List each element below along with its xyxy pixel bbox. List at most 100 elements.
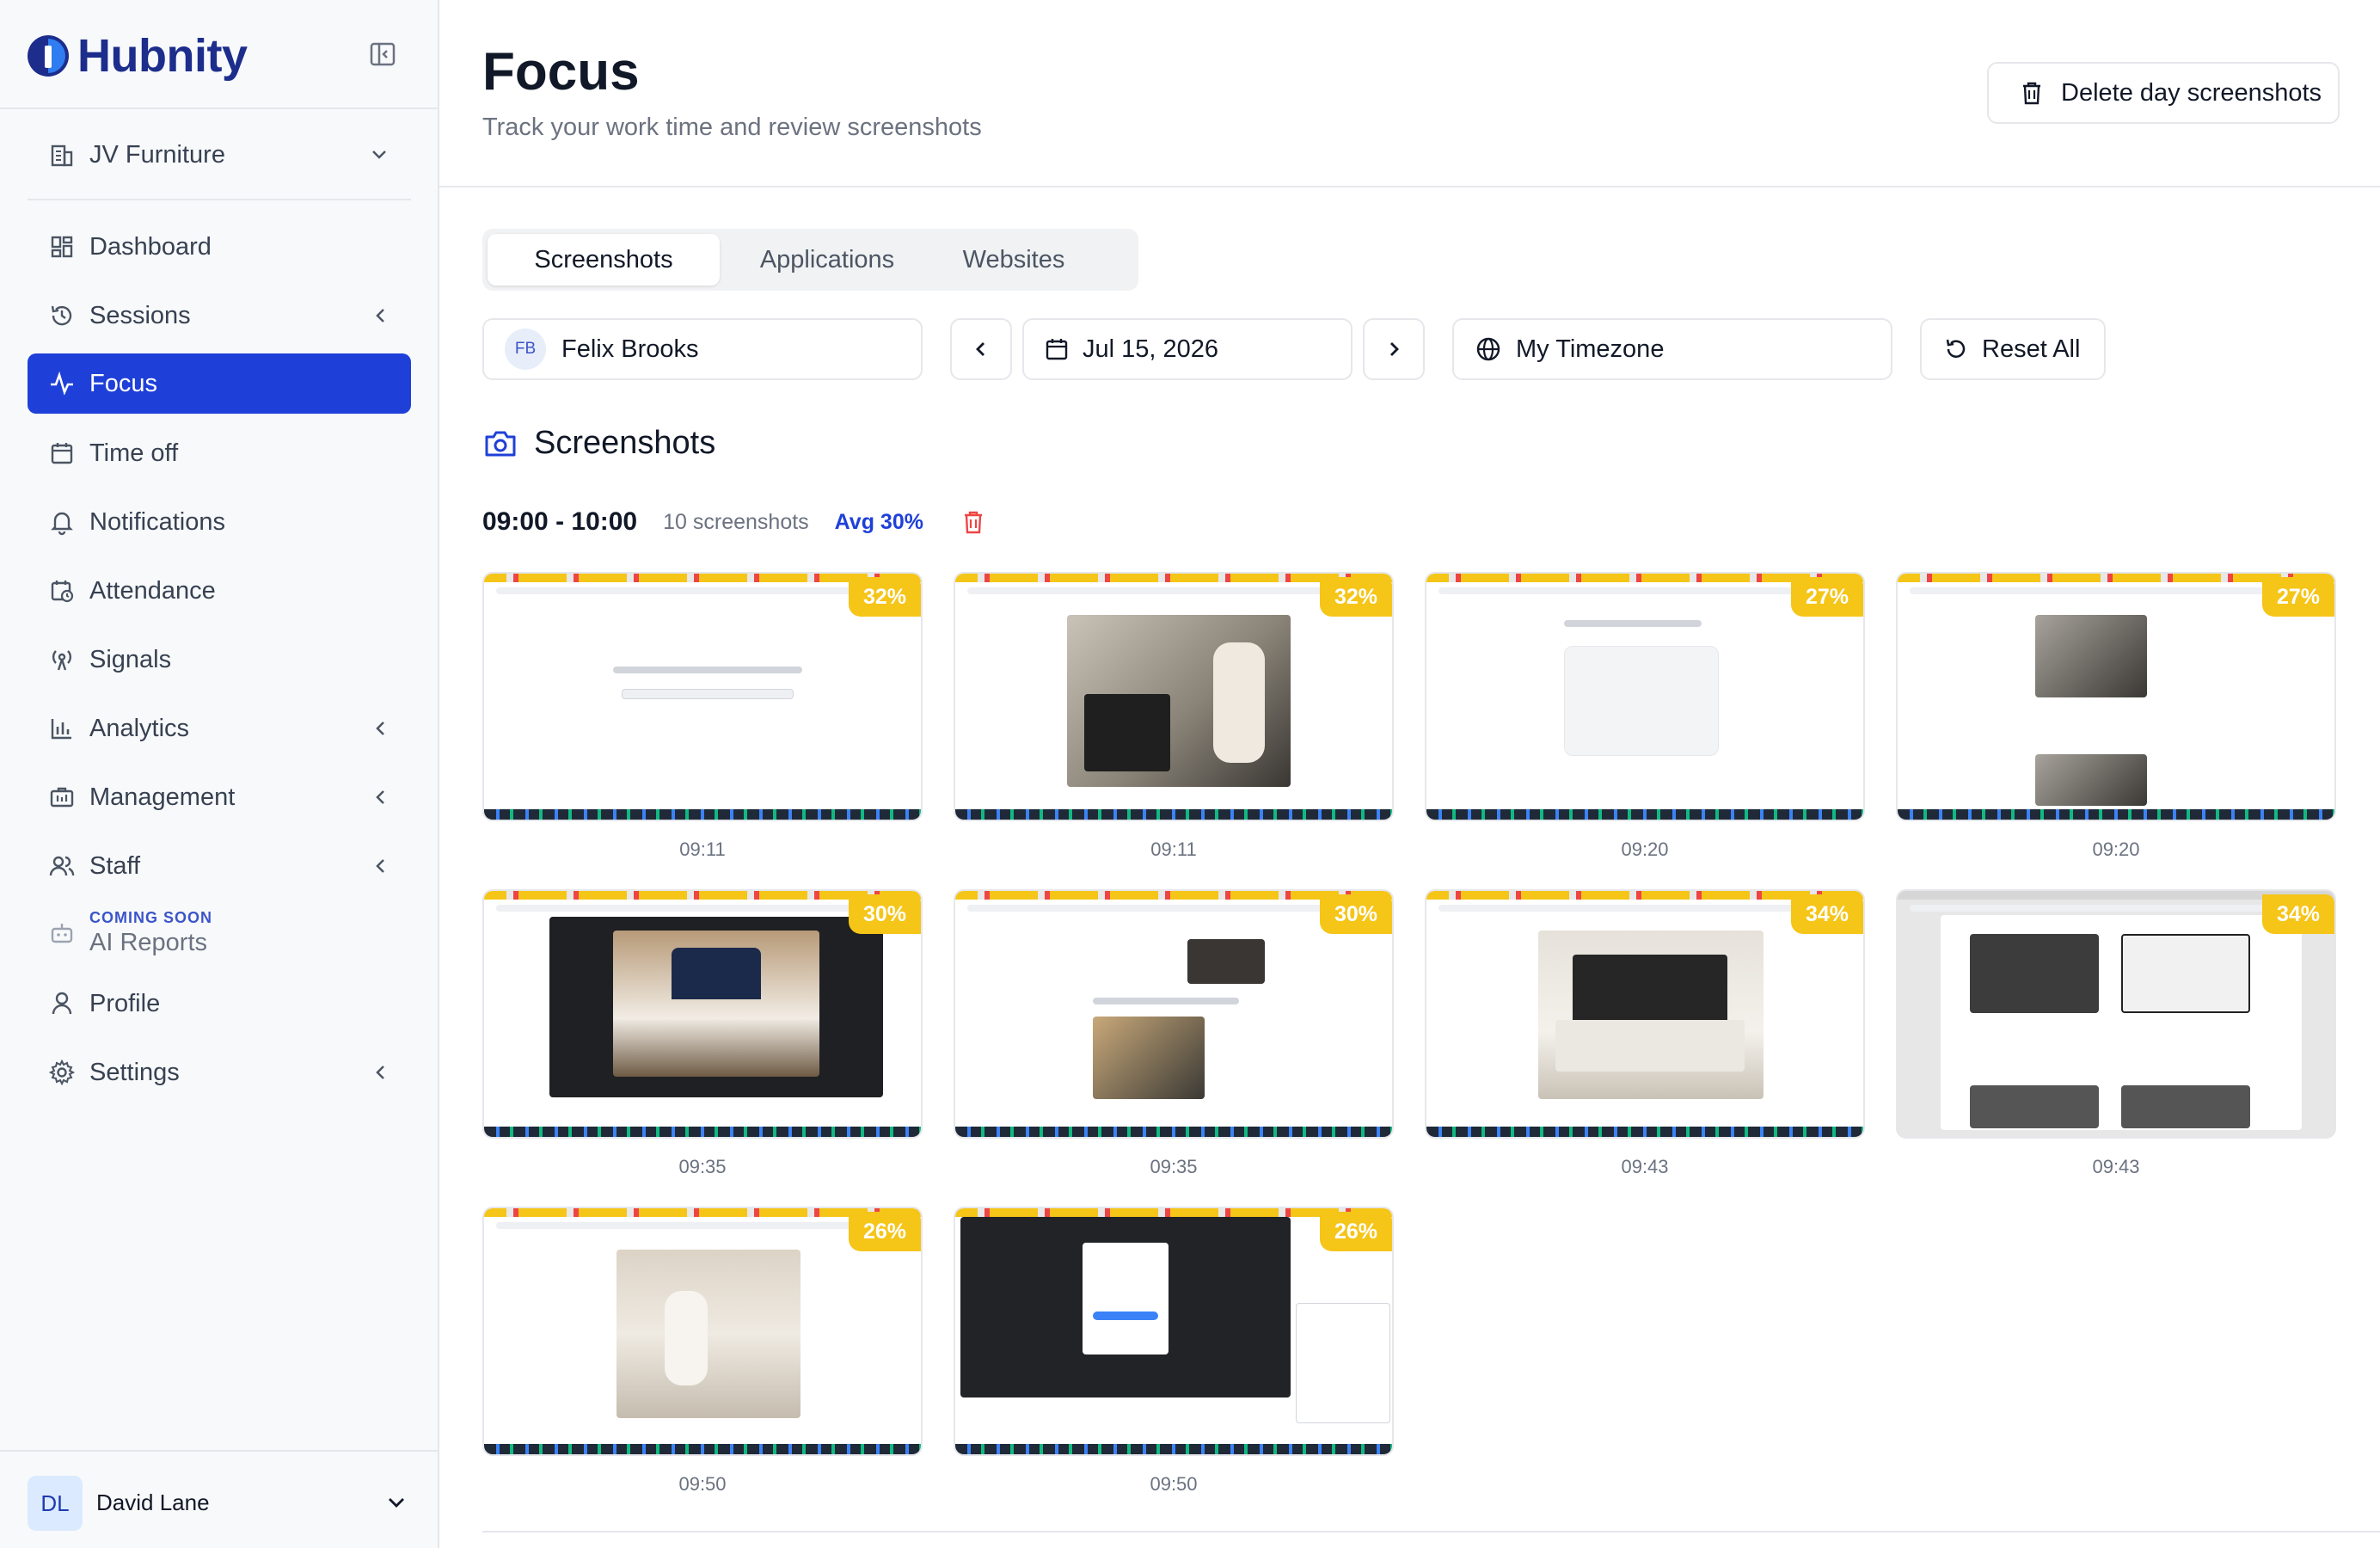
sidebar-item-analytics[interactable]: Analytics bbox=[28, 698, 411, 759]
os-taskbar bbox=[1898, 809, 2334, 820]
screenshot-card[interactable]: 26% 09:50 bbox=[482, 1207, 923, 1496]
page-header: Focus Track your work time and review sc… bbox=[439, 0, 2380, 187]
screenshot-card[interactable]: 26% 09:50 bbox=[954, 1207, 1394, 1496]
avatar: DL bbox=[28, 1476, 83, 1531]
app-root: Hubnity JV Furniture Dashboard Sessions … bbox=[0, 0, 2380, 1548]
sidebar: Hubnity JV Furniture Dashboard Sessions … bbox=[0, 0, 439, 1548]
section-title-text: Screenshots bbox=[534, 425, 716, 461]
camera-icon bbox=[485, 431, 516, 456]
screenshot-thumbnail[interactable]: 32% bbox=[954, 572, 1394, 821]
selected-date: Jul 15, 2026 bbox=[1083, 335, 1219, 363]
screenshot-card[interactable]: 32% 09:11 bbox=[482, 572, 923, 861]
sidebar-item-time-off[interactable]: Time off bbox=[28, 423, 411, 483]
main-content: Focus Track your work time and review sc… bbox=[439, 0, 2380, 1548]
sidebar-item-management[interactable]: Management bbox=[28, 767, 411, 827]
page-subtitle: Track your work time and review screensh… bbox=[482, 114, 982, 141]
photo-catalog-headboard-4 bbox=[2121, 1085, 2250, 1128]
screenshot-thumbnail[interactable]: 27% bbox=[1425, 572, 1865, 821]
sidebar-item-ai-reports: COMING SOON AI Reports bbox=[28, 903, 411, 963]
screenshot-thumbnail[interactable]: 26% bbox=[482, 1207, 923, 1456]
os-taskbar bbox=[955, 1444, 1392, 1454]
screenshot-card[interactable]: 30% 09:35 bbox=[954, 889, 1394, 1178]
delete-day-label: Delete day screenshots bbox=[2061, 78, 2322, 107]
building-icon bbox=[51, 144, 73, 167]
screenshot-thumbnail[interactable]: 34% bbox=[1896, 889, 2336, 1139]
activity-badge: 32% bbox=[1320, 577, 1392, 617]
brand-logo[interactable]: Hubnity bbox=[26, 29, 248, 83]
screenshot-thumbnail[interactable]: 26% bbox=[954, 1207, 1394, 1456]
tab-applications[interactable]: Applications bbox=[732, 234, 923, 286]
user-icon bbox=[52, 992, 72, 1015]
briefcase-icon bbox=[50, 787, 74, 808]
screenshot-card[interactable]: 34% 09:43 bbox=[1425, 889, 1865, 1178]
screenshot-thumbnail[interactable]: 27% bbox=[1896, 572, 2336, 821]
os-taskbar bbox=[1426, 1127, 1863, 1137]
screenshot-time: 09:43 bbox=[2092, 1156, 2140, 1177]
screenshot-time: 09:11 bbox=[679, 838, 726, 860]
user-menu[interactable]: DL David Lane bbox=[0, 1450, 439, 1548]
next-day-button[interactable] bbox=[1363, 318, 1425, 380]
reset-all-button[interactable]: Reset All bbox=[1920, 318, 2106, 380]
chevron-down-icon bbox=[389, 1498, 404, 1508]
calendar-icon bbox=[1046, 339, 1068, 360]
sidebar-item-label: AI Reports bbox=[89, 929, 207, 956]
photo-catalog-headboard bbox=[1970, 934, 2099, 1013]
average-activity: Avg 30% bbox=[834, 509, 923, 534]
placeholder-image bbox=[1564, 646, 1719, 756]
sidebar-item-notifications[interactable]: Notifications bbox=[28, 492, 411, 552]
timezone-selector[interactable]: My Timezone bbox=[1452, 318, 1892, 380]
activity-badge: 30% bbox=[849, 894, 921, 934]
sidebar-item-dashboard[interactable]: Dashboard bbox=[28, 217, 411, 277]
sidebar-item-staff[interactable]: Staff bbox=[28, 836, 411, 896]
previous-day-button[interactable] bbox=[950, 318, 1012, 380]
os-taskbar bbox=[1426, 809, 1863, 820]
users-icon bbox=[49, 856, 75, 876]
screenshot-card[interactable]: 34% 09:43 bbox=[1896, 889, 2336, 1178]
screenshot-card[interactable]: 30% 09:35 bbox=[482, 889, 923, 1178]
sidebar-item-focus[interactable]: Focus bbox=[28, 353, 411, 414]
signal-icon bbox=[52, 650, 72, 671]
screenshot-thumbnail[interactable]: 30% bbox=[954, 889, 1394, 1139]
photo-bed-person-2 bbox=[2035, 754, 2147, 806]
history-icon bbox=[51, 305, 72, 326]
sidebar-item-label: Staff bbox=[89, 851, 141, 880]
sidebar-item-settings[interactable]: Settings bbox=[28, 1042, 411, 1103]
tab-websites[interactable]: Websites bbox=[929, 234, 1098, 286]
dialog-button bbox=[1093, 1312, 1158, 1320]
screenshot-time: 09:35 bbox=[1150, 1156, 1198, 1177]
trash-icon[interactable] bbox=[960, 508, 987, 536]
screenshot-thumbnail[interactable]: 34% bbox=[1425, 889, 1865, 1139]
activity-badge: 27% bbox=[2262, 577, 2334, 617]
sidebar-item-label: Focus bbox=[89, 369, 157, 397]
screenshot-card[interactable]: 27% 09:20 bbox=[1425, 572, 1865, 861]
sidebar-item-sessions[interactable]: Sessions bbox=[28, 286, 411, 346]
os-taskbar bbox=[955, 1127, 1392, 1137]
activity-badge: 27% bbox=[1791, 577, 1863, 617]
screenshot-thumbnail[interactable]: 32% bbox=[482, 572, 923, 821]
browser-urlbar bbox=[1910, 905, 2322, 912]
sidebar-item-label: Settings bbox=[89, 1058, 180, 1086]
date-picker[interactable]: Jul 15, 2026 bbox=[1022, 318, 1353, 380]
sidebar-item-profile[interactable]: Profile bbox=[28, 974, 411, 1034]
view-tabs: Screenshots Applications Websites bbox=[482, 229, 1138, 291]
sidebar-item-attendance[interactable]: Attendance bbox=[28, 561, 411, 621]
bar-chart-icon bbox=[51, 719, 71, 740]
tab-screenshots[interactable]: Screenshots bbox=[488, 234, 720, 286]
screenshot-card[interactable]: 27% 09:20 bbox=[1896, 572, 2336, 861]
os-taskbar bbox=[955, 809, 1392, 820]
company-selector[interactable]: JV Furniture bbox=[28, 129, 411, 181]
delete-day-screenshots-button[interactable]: Delete day screenshots bbox=[1987, 62, 2340, 124]
chat-message-line bbox=[1564, 620, 1702, 627]
employee-selector[interactable]: FB Felix Brooks bbox=[482, 318, 923, 380]
photo-catalog-headboard-3 bbox=[1970, 1085, 2099, 1128]
screenshot-thumbnail[interactable]: 30% bbox=[482, 889, 923, 1139]
hubnity-logo-icon bbox=[28, 35, 69, 77]
sidebar-collapse-icon[interactable] bbox=[368, 40, 397, 69]
sidebar-item-label: Sessions bbox=[89, 301, 191, 329]
chevron-left-icon bbox=[976, 342, 985, 356]
screenshot-card[interactable]: 32% 09:11 bbox=[954, 572, 1394, 861]
sidebar-item-label: Analytics bbox=[89, 714, 190, 742]
chevron-left-icon bbox=[376, 859, 384, 873]
sidebar-item-label: Dashboard bbox=[89, 232, 212, 261]
sidebar-item-signals[interactable]: Signals bbox=[28, 630, 411, 690]
